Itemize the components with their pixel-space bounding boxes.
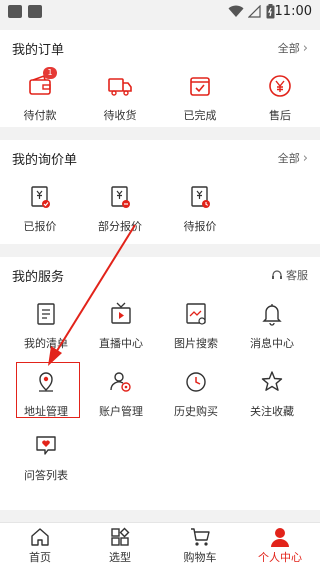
- tab-selection[interactable]: 选型: [80, 526, 160, 565]
- person-icon: [269, 526, 291, 548]
- tab-home[interactable]: 首页: [0, 526, 80, 565]
- tab-cart[interactable]: 购物车: [160, 526, 240, 565]
- tab-profile[interactable]: 个人中心: [240, 526, 320, 565]
- bottom-tab-bar: 首页 选型 购物车 个人中心: [0, 522, 320, 570]
- tab-label: 购物车: [183, 551, 217, 564]
- tab-label: 首页: [29, 551, 51, 564]
- cart-icon: [189, 526, 211, 548]
- grid-icon: [109, 526, 131, 548]
- annotation-arrow: [48, 224, 136, 366]
- home-icon: [29, 526, 51, 548]
- tab-label: 个人中心: [258, 551, 302, 564]
- tab-label: 选型: [109, 551, 131, 564]
